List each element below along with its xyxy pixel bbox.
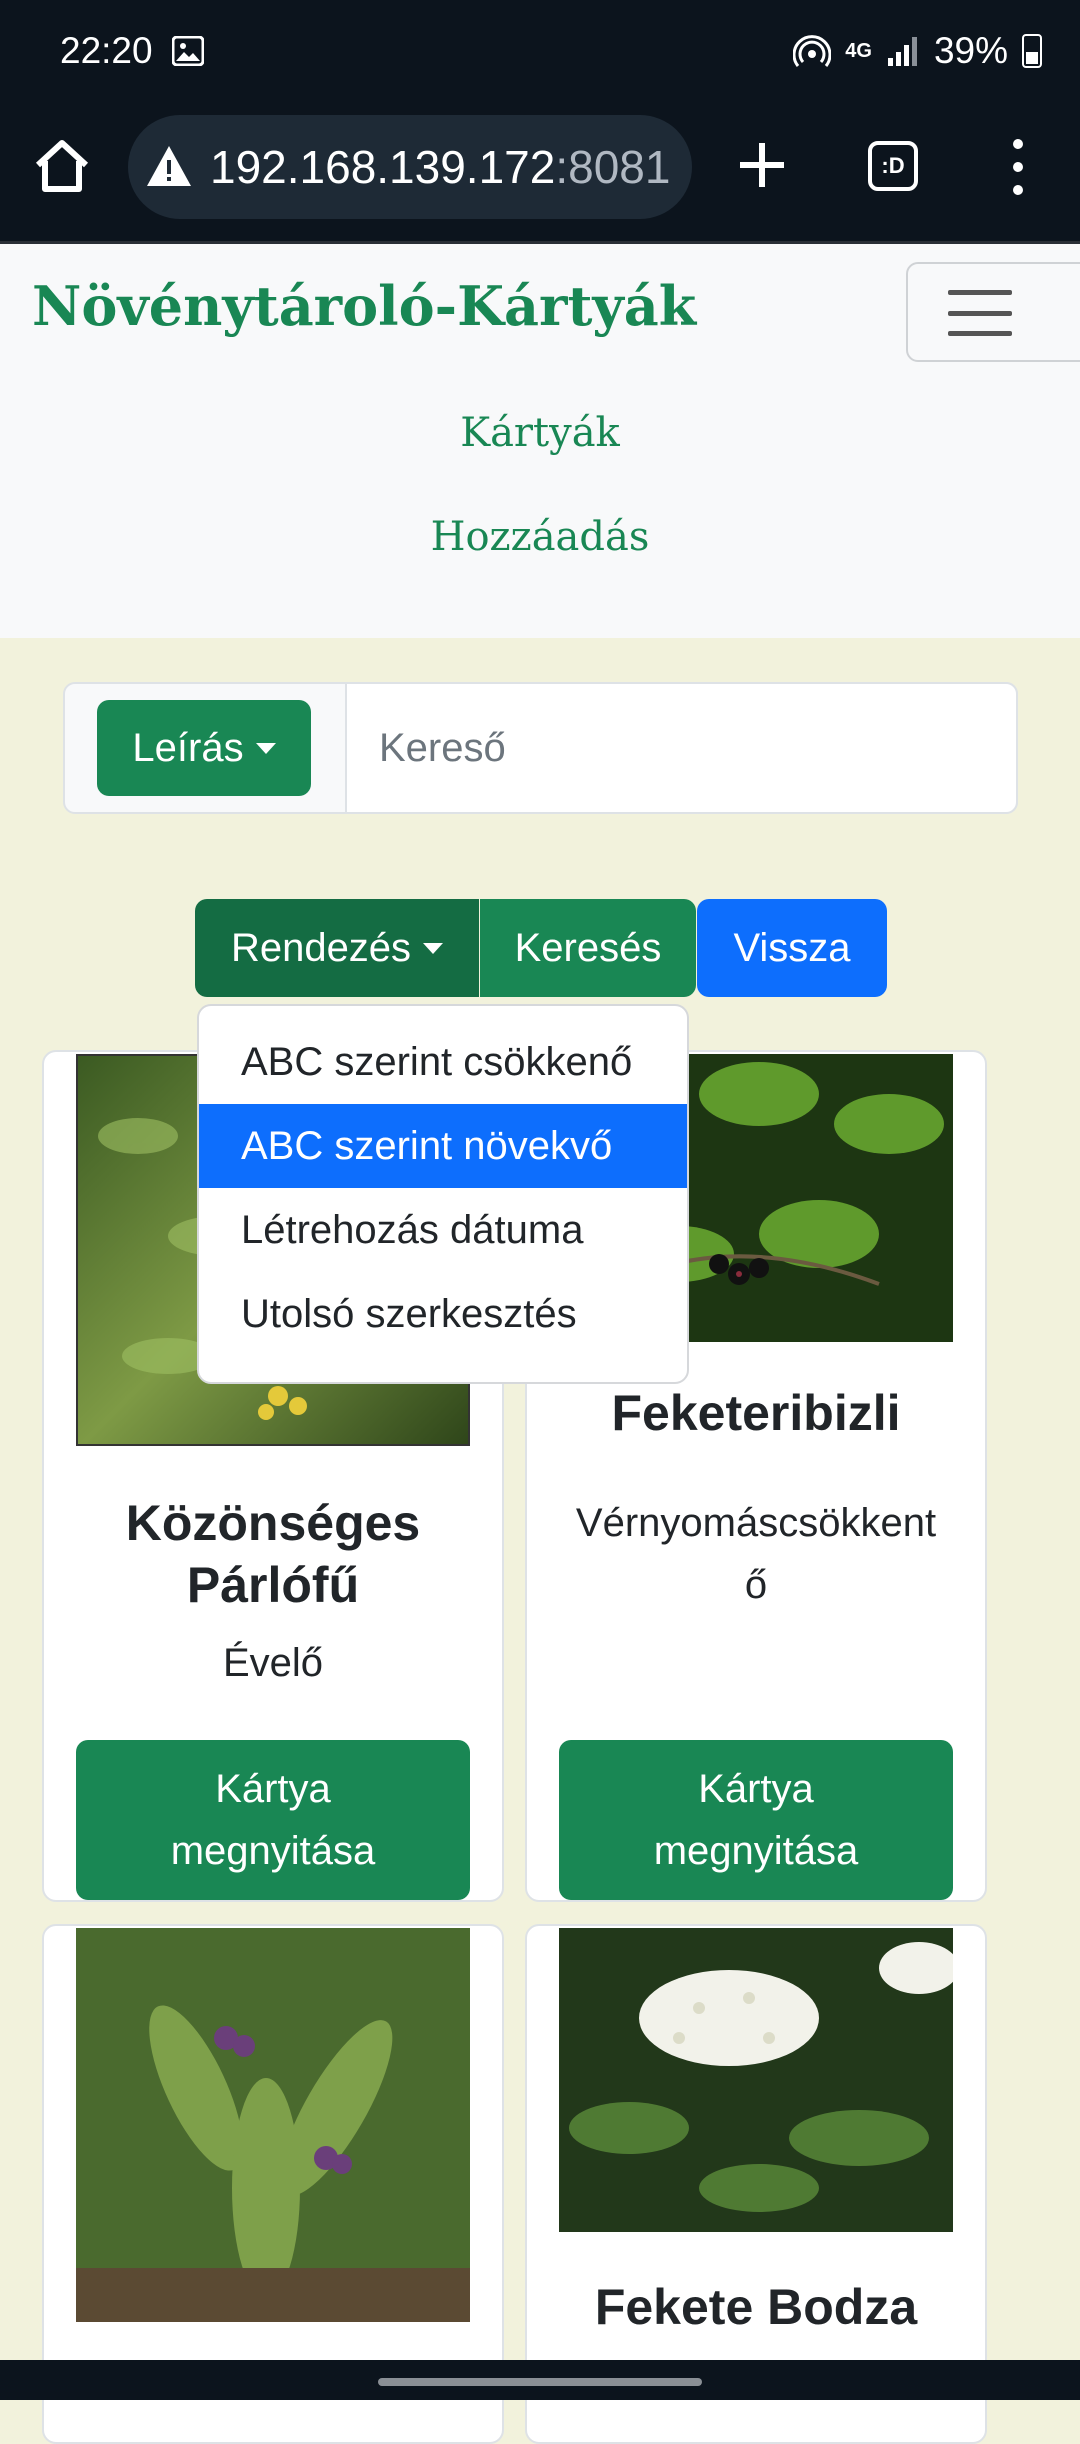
sort-dropdown-menu: ABC szerint csökkenő ABC szerint növekvő… — [197, 1004, 689, 1384]
hamburger-icon — [948, 290, 1012, 336]
card-title: Közönséges Párlófű — [125, 1495, 421, 1613]
filter-dropdown-button[interactable]: Leírás — [97, 700, 311, 796]
more-vert-icon[interactable] — [1000, 139, 1036, 195]
open-card-button[interactable]: Kártya megnyitása — [559, 1740, 953, 1900]
back-button[interactable]: Vissza — [697, 899, 887, 997]
sort-option-asc[interactable]: ABC szerint növekvő — [199, 1104, 687, 1188]
browser-toolbar: 192.168.139.172:8081 :D — [0, 105, 1080, 244]
tabs-icon[interactable]: :D — [868, 141, 918, 191]
card-description: Évelő — [222, 1641, 324, 1685]
url-host: 192.168.139.172 — [210, 141, 556, 193]
battery-icon — [1022, 34, 1042, 68]
status-bar: 22:20 4G 39% — [0, 0, 1080, 105]
warning-icon[interactable] — [144, 142, 194, 192]
nav-link-cards[interactable]: Kártyák — [0, 410, 1080, 456]
card-title: Fekete Bodza — [594, 2279, 918, 2335]
sort-option-created[interactable]: Létrehozás dátuma — [199, 1188, 687, 1272]
tab-count-label: :D — [881, 153, 905, 178]
home-gesture-handle[interactable] — [378, 2378, 702, 2386]
nav-link-add[interactable]: Hozzáadás — [0, 514, 1080, 560]
url-port: :8081 — [555, 141, 671, 193]
address-bar[interactable]: 192.168.139.172:8081 — [128, 115, 692, 219]
signal-icon — [887, 37, 917, 66]
network-type: 4G — [845, 39, 872, 62]
site-brand[interactable]: Növénytároló-Kártyák — [32, 274, 696, 338]
navbar-toggler-button[interactable] — [906, 262, 1080, 362]
caret-down-icon — [423, 942, 444, 954]
caret-down-icon — [255, 742, 276, 754]
sort-option-desc[interactable]: ABC szerint csökkenő — [199, 1020, 687, 1104]
search-button[interactable]: Keresés — [480, 899, 696, 997]
plant-image — [76, 1928, 470, 2322]
site-navbar: Növénytároló-Kártyák Kártyák Hozzáadás — [0, 244, 1080, 638]
battery-percent: 39% — [933, 30, 1008, 71]
card-title: Feketeribizli — [611, 1385, 901, 1441]
hotspot-icon — [793, 35, 832, 67]
home-icon[interactable] — [30, 135, 94, 199]
sort-option-edited[interactable]: Utolsó szerkesztés — [199, 1272, 687, 1356]
card-description: Vérnyomáscsökkentő — [575, 1501, 937, 1607]
search-group: Leírás Kereső — [63, 682, 1018, 814]
filter-label: Leírás — [132, 725, 244, 770]
sort-label: Rendezés — [230, 925, 412, 970]
plant-image — [559, 1928, 953, 2232]
image-icon — [172, 36, 204, 66]
status-time: 22:20 — [60, 30, 153, 71]
system-navigation-bar — [0, 2360, 1080, 2400]
search-input[interactable]: Kereső — [345, 682, 1018, 814]
open-card-button[interactable]: Kártya megnyitása — [76, 1740, 470, 1900]
plus-icon[interactable] — [730, 133, 794, 197]
sort-dropdown-button[interactable]: Rendezés — [195, 899, 479, 997]
